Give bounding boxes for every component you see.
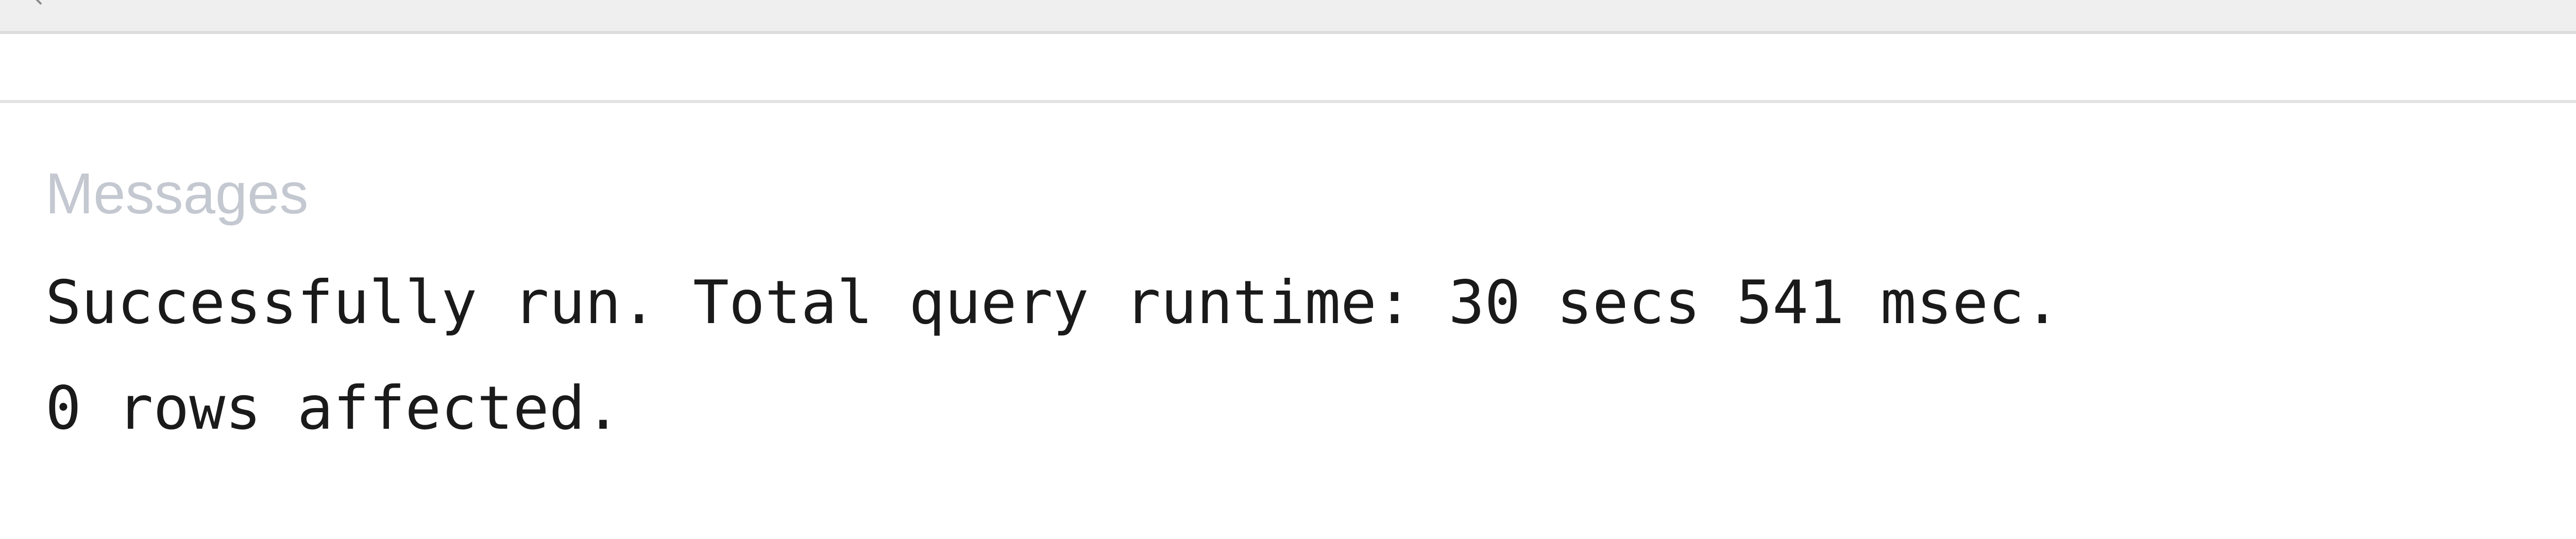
messages-panel: Messages Successfully run. Total query r… <box>0 103 2576 539</box>
message-line-rows-affected: 0 rows affected. <box>45 374 621 443</box>
horizontal-scrollbar[interactable] <box>0 0 2576 34</box>
panel-divider <box>0 34 2576 103</box>
query-output-window: Messages Successfully run. Total query r… <box>0 0 2576 539</box>
chevron-left-icon[interactable] <box>32 0 46 6</box>
message-line-runtime: Successfully run. Total query runtime: 3… <box>45 268 2060 338</box>
messages-tab-label[interactable]: Messages <box>45 165 308 223</box>
